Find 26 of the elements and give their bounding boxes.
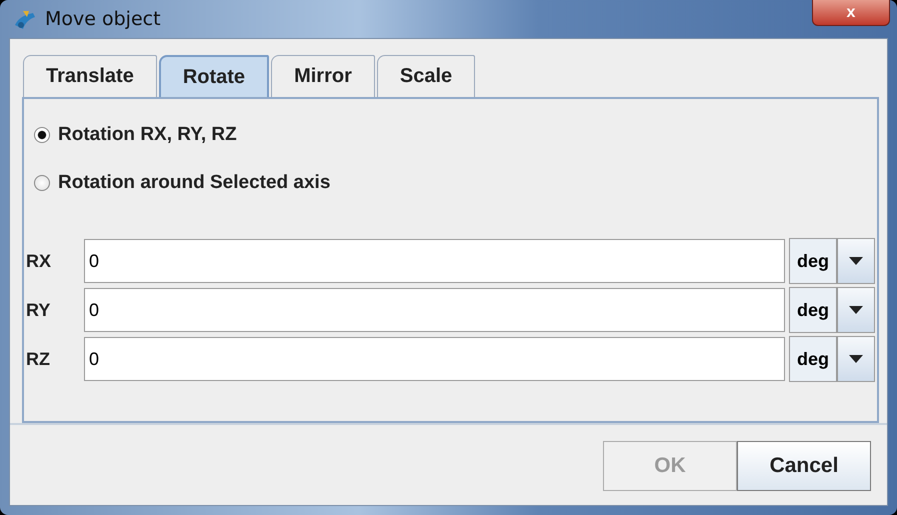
input-field[interactable]: 0 <box>84 337 785 381</box>
dialog-button[interactable]: Cancel <box>737 441 871 491</box>
caret-icon <box>849 306 863 314</box>
unit-dropdown[interactable]: deg <box>789 336 837 382</box>
field-label: RY <box>26 300 52 320</box>
field-label: RZ <box>26 348 51 370</box>
close-button[interactable]: x <box>812 0 890 26</box>
input-field[interactable]: 0 <box>84 288 785 332</box>
radio-label[interactable]: Rotation around Selected axis <box>58 172 330 194</box>
caret-icon <box>849 355 863 363</box>
dropdown-button[interactable] <box>837 336 875 382</box>
tab[interactable]: Mirror <box>271 55 375 97</box>
caret-icon <box>849 257 863 265</box>
unit-dropdown[interactable]: deg <box>789 287 837 333</box>
unit-dropdown[interactable]: deg <box>789 238 837 284</box>
tab[interactable]: Scale <box>376 55 476 97</box>
radio-button[interactable] <box>34 175 50 191</box>
radio-label[interactable]: Rotation RX, RY, RZ <box>58 124 237 146</box>
window-title: Move object <box>45 8 161 30</box>
tab[interactable]: Rotate <box>158 55 270 97</box>
input-field[interactable]: 0 <box>84 239 785 283</box>
tab[interactable]: Translate <box>23 55 157 97</box>
dropdown-button[interactable] <box>837 238 875 284</box>
field-label: RX <box>26 250 52 272</box>
radio-button[interactable] <box>34 127 50 143</box>
dropdown-button[interactable] <box>837 287 875 333</box>
